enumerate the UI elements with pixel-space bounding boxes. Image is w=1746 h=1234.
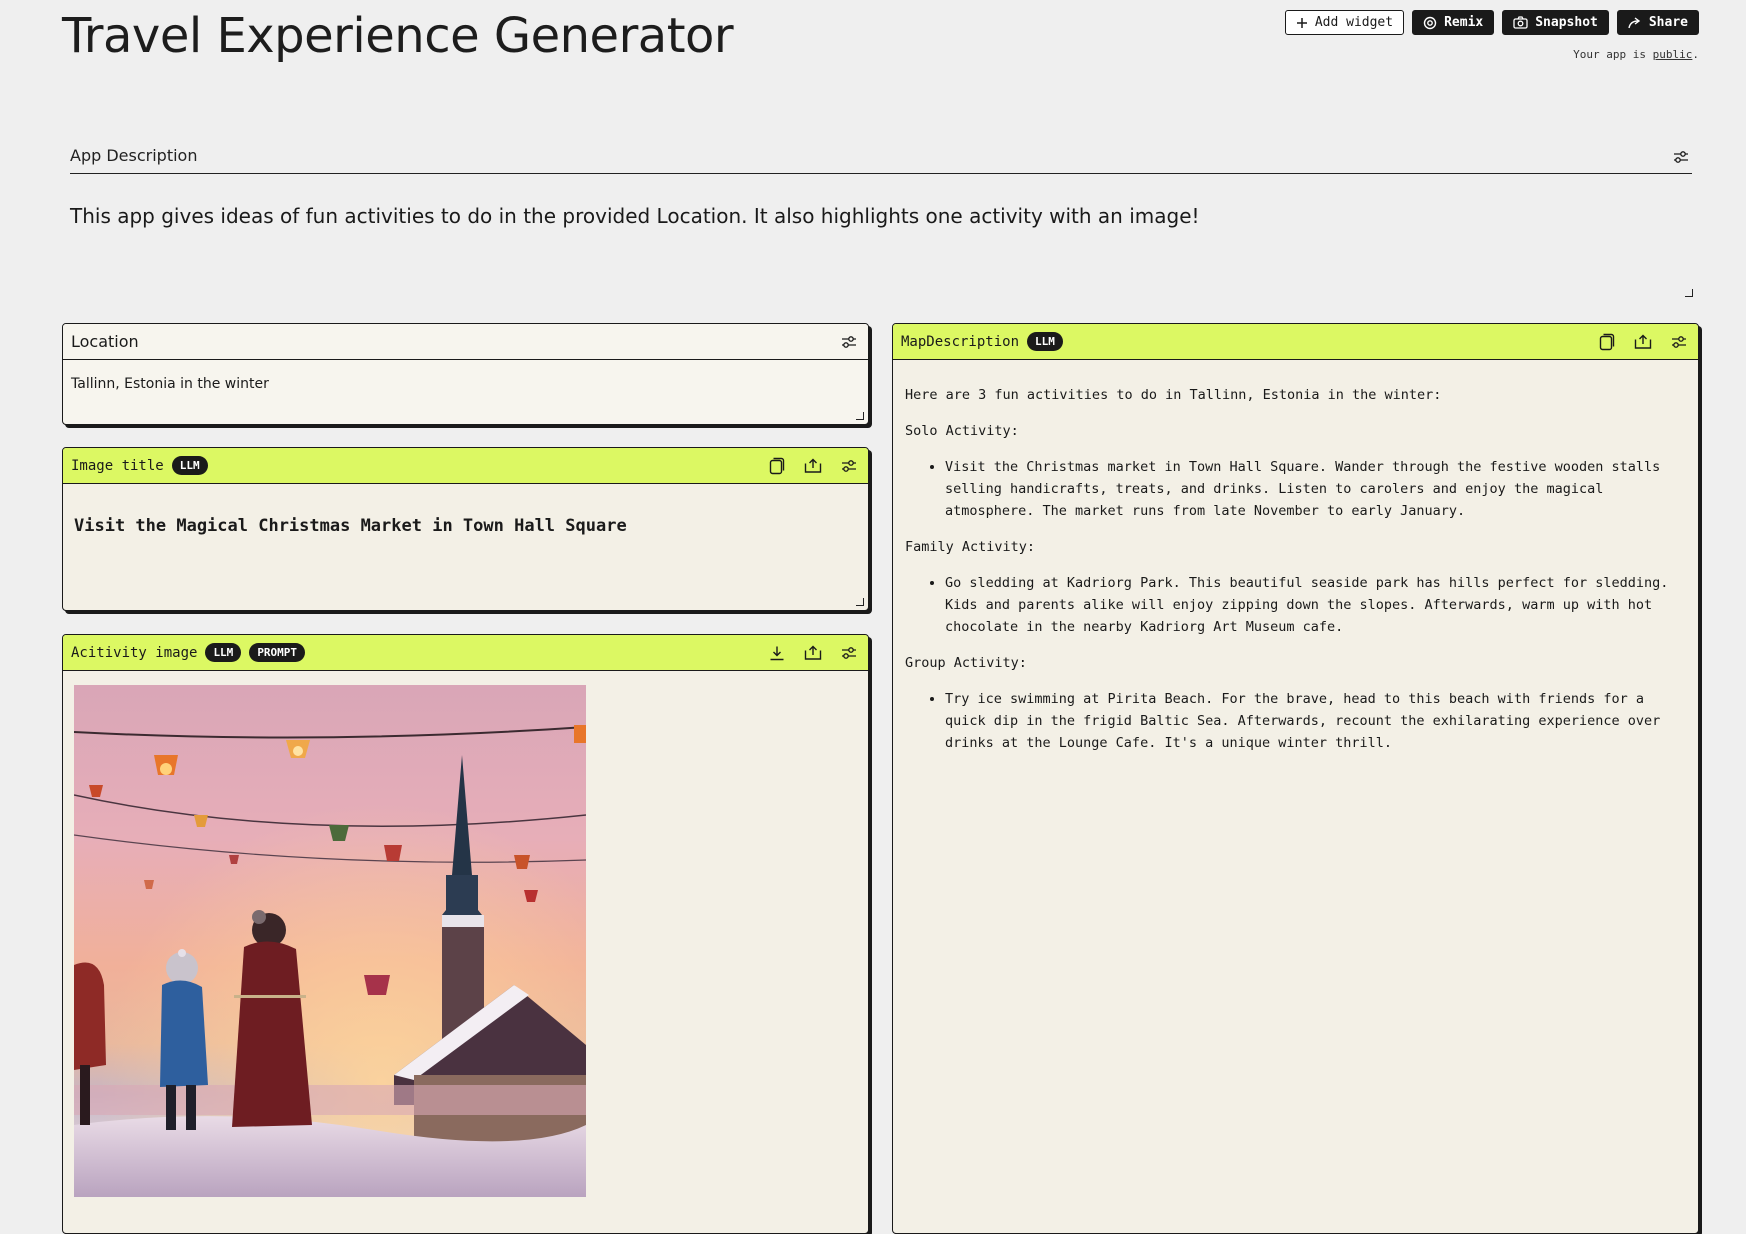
map-description-label: MapDescription [901,333,1020,350]
app-description-text: This app gives ideas of fun activities t… [70,204,1200,228]
image-title-header-actions [766,455,860,477]
map-description-settings-button[interactable] [1668,331,1690,353]
camera-icon [1513,16,1528,29]
sliders-icon [1674,151,1688,163]
section-heading-family: Family Activity: [905,539,1036,555]
location-settings-button[interactable] [838,331,860,353]
remix-button[interactable]: Remix [1412,10,1495,35]
activity-image-settings-button[interactable] [838,642,860,664]
image-title-card-header: Image title LLM [63,448,868,484]
export-button[interactable] [802,455,824,477]
visibility-prefix: Your app is [1573,48,1653,61]
map-description-card-header: MapDescription LLM [893,324,1698,360]
location-header-actions [838,331,860,353]
share-arrow-icon [1628,16,1641,28]
remix-label: Remix [1444,15,1484,30]
copy-button[interactable] [766,455,788,477]
section-list-family: Go sledding at Kadriorg Park. This beaut… [905,572,1684,638]
section-list-solo: Visit the Christmas market in Town Hall … [905,456,1684,522]
visibility-note: Your app is public. [1573,48,1699,61]
share-label: Share [1648,15,1688,30]
description-settings-button[interactable] [1670,146,1692,168]
image-title-resize-handle[interactable] [856,598,864,606]
plus-icon [1296,17,1307,28]
map-description-intro: Here are 3 fun activities to do in Talli… [905,387,1442,403]
snapshot-button[interactable]: Snapshot [1502,10,1609,35]
list-item: Try ice swimming at Pirita Beach. For th… [945,688,1684,754]
copy-icon [1599,333,1615,351]
add-widget-label: Add widget [1314,15,1394,30]
llm-badge: LLM [171,456,208,475]
export-button[interactable] [802,642,824,664]
location-label: Location [71,332,139,351]
export-icon [804,458,822,473]
download-icon [770,646,784,661]
remix-icon [1423,16,1437,29]
visibility-link[interactable]: public [1653,48,1693,61]
map-description-output: Here are 3 fun activities to do in Talli… [905,384,1684,768]
add-widget-button[interactable]: Add widget [1284,10,1405,35]
section-list-group: Try ice swimming at Pirita Beach. For th… [905,688,1684,754]
image-title-label: Image title [71,457,164,474]
list-item: Go sledding at Kadriorg Park. This beaut… [945,572,1684,638]
map-description-header-actions [1596,331,1690,353]
map-description-card: MapDescription LLM Here are 3 fun activi… [892,323,1699,1234]
prompt-badge: PROMPT [249,643,306,662]
christmas-market-illustration [74,685,586,1197]
export-icon [1634,334,1652,349]
activity-image-header-actions [766,642,860,664]
activity-image-label: Acitivity image [71,644,198,661]
sliders-icon [1672,336,1686,348]
copy-button[interactable] [1596,331,1618,353]
location-card: Location Tallinn, Estonia in the winter [62,323,869,425]
description-resize-handle[interactable] [1685,289,1693,297]
sliders-icon [842,460,856,472]
export-button[interactable] [1632,331,1654,353]
list-item: Visit the Christmas market in Town Hall … [945,456,1684,522]
section-heading-group: Group Activity: [905,655,1027,671]
activity-image-card-header: Acitivity image LLM PROMPT [63,635,868,671]
share-button[interactable]: Share [1616,10,1699,35]
location-card-header: Location [63,324,868,360]
sliders-icon [842,647,856,659]
export-icon [804,645,822,660]
image-title-card: Image title LLM Visit the Magical Christ… [62,447,869,611]
copy-icon [769,457,785,475]
llm-badge: LLM [205,643,242,662]
image-title-settings-button[interactable] [838,455,860,477]
llm-badge: LLM [1027,332,1063,351]
app-description-label: App Description [70,146,198,165]
sliders-icon [842,336,856,348]
visibility-suffix: . [1692,48,1699,61]
snapshot-label: Snapshot [1535,15,1598,30]
image-title-output: Visit the Magical Christmas Market in To… [74,516,627,536]
section-heading-solo: Solo Activity: [905,423,1019,439]
download-button[interactable] [766,642,788,664]
app-description-header: App Description [70,142,1692,174]
top-actions: Add widget Remix Snapshot Share [1284,10,1699,35]
activity-image-card: Acitivity image LLM PROMPT [62,634,869,1234]
page-title: Travel Experience Generator [62,8,734,64]
generated-activity-image [74,685,586,1197]
location-resize-handle[interactable] [856,412,864,420]
location-input[interactable]: Tallinn, Estonia in the winter [71,376,269,392]
